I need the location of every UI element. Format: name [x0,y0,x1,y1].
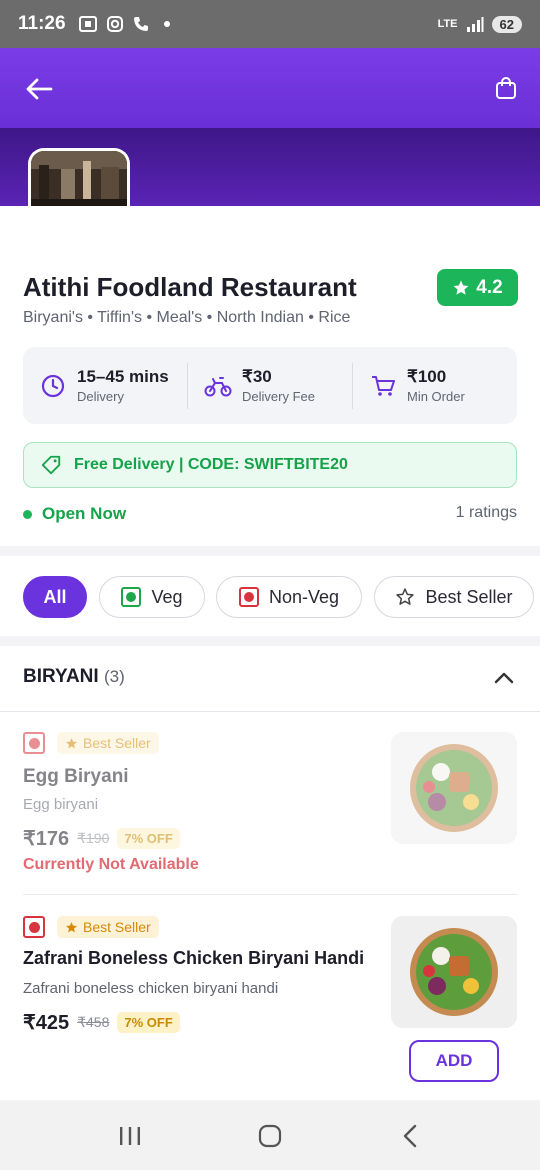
cuisine-list: Biryani's • Tiffin's • Meal's • North In… [23,309,351,326]
promo-banner[interactable]: Free Delivery | CODE: SWIFTBITE20 [23,442,517,488]
star-icon [66,921,77,932]
home-button[interactable] [250,1116,290,1156]
screenshot-icon [78,16,97,32]
back-button[interactable] [24,74,54,104]
item-name: Zafrani Boneless Chicken Biryani Handi [23,948,365,968]
system-back-button[interactable] [390,1116,430,1156]
battery-indicator: 62 [491,15,522,33]
open-status: Open Now [23,504,126,524]
open-status-label: Open Now [42,504,127,523]
item-description: Zafrani boneless chicken biryani handi [23,980,279,997]
status-dot-icon [23,509,32,519]
section-title[interactable]: BIRYANI (3) [23,666,125,688]
bike-icon [204,376,232,396]
filter-chip-veg[interactable]: Veg [99,576,205,618]
restaurant-name: Atithi Foodland Restaurant [23,272,357,302]
best-seller-badge: Best Seller [57,732,159,754]
filter-chip-label: Veg [151,586,183,607]
min-order-value: ₹100 [407,367,447,386]
menu-section: BIRYANI (3) Best Seller Egg Biryani Egg … [0,646,540,1100]
item-old-price: ₹458 [77,1014,110,1030]
best-seller-badge: Best Seller [57,916,159,938]
section-count: (3) [103,667,125,686]
star-icon [453,280,469,295]
home-icon [258,1124,282,1148]
rating-badge: 4.2 [437,269,518,306]
delivery-time-cell: 15–45 mins Delivery [23,363,187,409]
delivery-time-label: Delivery [77,389,124,404]
filter-chip-non-veg[interactable]: Non-Veg [216,576,362,618]
food-bowl-image [391,916,517,1028]
min-order-label: Min Order [407,389,465,404]
menu-item: Best Seller Zafrani Boneless Chicken Bir… [0,896,540,1100]
star-outline-icon [396,588,415,605]
cart-button[interactable] [492,74,520,102]
min-order-cell: ₹100 Min Order [352,362,517,409]
delivery-info-box: 15–45 mins Delivery ₹30 Delivery Fee ₹10… [23,347,517,424]
item-price: ₹176 [23,828,70,850]
clock-icon [41,374,65,397]
food-bowl-image [391,732,517,844]
item-tags: Best Seller [23,916,159,938]
non-veg-icon [23,732,45,754]
shopping-bag-icon [496,77,516,99]
rating-value: 4.2 [476,276,503,298]
item-price-row: ₹176 ₹190 7% OFF [23,826,180,851]
delivery-fee-label: Delivery Fee [242,389,315,404]
delivery-fee-value: ₹30 [242,367,272,386]
star-icon [66,737,77,748]
ratings-count[interactable]: 1 ratings [456,504,517,522]
item-separator [23,894,517,895]
notification-dot-icon [163,21,170,27]
recent-apps-icon [120,1127,140,1145]
availability-status: Currently Not Available [23,856,199,873]
delivery-time-value: 15–45 mins [77,367,169,386]
discount-badge: 7% OFF [117,1012,180,1033]
non-veg-icon [23,916,45,938]
item-name: Egg Biryani [23,766,129,787]
promo-text: Free Delivery | CODE: SWIFTBITE20 [74,456,348,473]
filter-chip-best-seller[interactable]: Best Seller [374,576,534,618]
arrow-left-icon [26,78,53,100]
item-tags: Best Seller [23,732,159,754]
veg-icon [121,587,142,607]
item-image[interactable] [391,916,517,1028]
delivery-fee-cell: ₹30 Delivery Fee [187,362,352,409]
item-description: Egg biryani [23,796,99,813]
network-label: LTE [437,18,458,30]
tag-icon [41,455,61,475]
item-image[interactable] [391,732,517,844]
restaurant-info-card: Atithi Foodland Restaurant 4.2 Biryani's… [0,206,540,546]
filter-chip-label: Best Seller [425,586,513,607]
item-price-row: ₹425 ₹458 7% OFF [23,1010,180,1035]
app-header [0,48,540,128]
filter-bar: All Veg Non-Veg Best Seller [0,556,540,636]
chevron-left-icon [403,1124,417,1148]
item-old-price: ₹190 [77,830,110,846]
filter-chip-label: All [43,586,67,607]
filter-chip-all[interactable]: All [23,576,87,618]
status-bar: 11:26 LTE 62 [0,0,540,48]
best-seller-label: Best Seller [83,735,151,751]
status-time: 11:26 [18,13,66,34]
item-price: ₹425 [23,1012,70,1034]
instagram-icon [106,16,123,32]
menu-item: Best Seller Egg Biryani Egg biryani ₹176… [0,712,540,896]
chevron-up-icon [494,672,514,684]
restaurant-thumbnail [28,148,130,210]
phone-icon [133,17,148,31]
recent-apps-button[interactable] [110,1116,150,1156]
signal-icon [466,17,484,32]
collapse-button[interactable] [492,668,516,688]
restaurant-interior-image [31,151,127,210]
non-veg-icon [238,587,259,607]
best-seller-label: Best Seller [83,919,151,935]
system-nav-bar [0,1102,540,1170]
section-name: BIRYANI [23,666,99,687]
cart-icon [372,375,395,396]
discount-badge: 7% OFF [117,828,180,849]
add-to-cart-button[interactable]: ADD [409,1040,499,1082]
filter-chip-label: Non-Veg [268,586,340,607]
